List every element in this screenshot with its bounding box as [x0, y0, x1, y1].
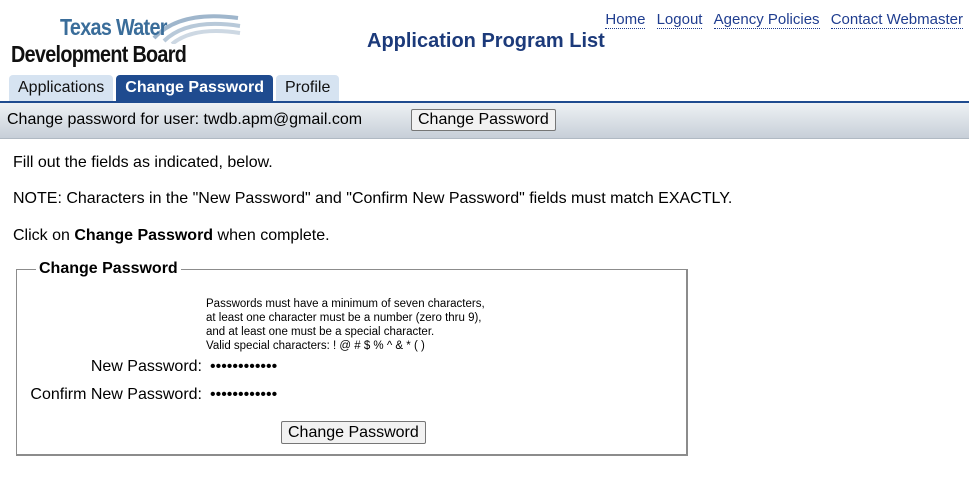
user-bar-label: Change password for user: twdb.apm@gmail…	[7, 111, 363, 128]
completion-instruction-post: when complete.	[213, 227, 330, 244]
completion-instruction-pre: Click on	[13, 227, 75, 244]
new-password-input[interactable]	[210, 358, 330, 376]
confirm-password-input[interactable]	[210, 386, 330, 404]
logo-text-development-board: Development Board	[11, 41, 187, 67]
logout-link[interactable]: Logout	[656, 11, 703, 29]
note-text: NOTE: Characters in the "New Password" a…	[13, 190, 733, 207]
completion-instruction: Click on Change Password when complete.	[13, 227, 330, 245]
tab-change-password[interactable]: Change Password	[116, 75, 273, 101]
agency-policies-link[interactable]: Agency Policies	[713, 11, 820, 29]
user-bar: Change password for user: twdb.apm@gmail…	[0, 103, 969, 139]
tab-applications[interactable]: Applications	[9, 75, 114, 101]
home-link[interactable]: Home	[605, 11, 646, 29]
password-rule-line: at least one character must be a number …	[206, 312, 482, 324]
fieldset-legend: Change Password	[39, 260, 178, 277]
top-nav-links: Home Logout Agency Policies Contact Webm…	[598, 11, 963, 29]
twdb-logo: Texas Water Development Board	[10, 8, 241, 70]
password-rules: Passwords must have a minimum of seven c…	[206, 297, 485, 353]
tab-profile[interactable]: Profile	[275, 75, 340, 101]
password-rule-line: Valid special characters: ! @ # $ % ^ & …	[206, 340, 425, 352]
submit-change-password-button[interactable]: Change Password	[281, 421, 426, 444]
contact-webmaster-link[interactable]: Contact Webmaster	[830, 11, 963, 29]
new-password-label: New Password:	[90, 358, 202, 375]
page-title: Application Program List	[367, 30, 605, 52]
password-rule-line: Passwords must have a minimum of seven c…	[206, 298, 485, 310]
confirm-password-label: Confirm New Password:	[30, 386, 202, 403]
header-change-password-button[interactable]: Change Password	[411, 109, 556, 131]
instruction-text: Fill out the fields as indicated, below.	[13, 154, 273, 171]
completion-instruction-bold: Change Password	[74, 227, 214, 244]
logo-text-texas-water: Texas Water	[60, 14, 167, 40]
tab-bar: Applications Change Password Profile	[9, 75, 342, 101]
password-rule-line: and at least one must be a special chara…	[206, 326, 435, 338]
